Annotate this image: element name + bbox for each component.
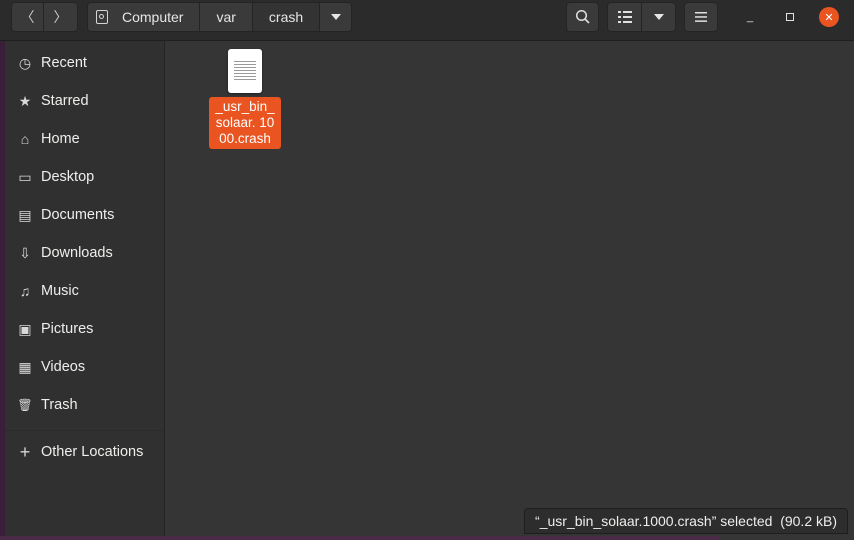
- sidebar-item-starred[interactable]: ★ Starred: [5, 83, 164, 119]
- maximize-button[interactable]: [780, 7, 800, 27]
- home-icon: ⌂: [20, 131, 30, 147]
- chevron-down-icon: [653, 14, 664, 20]
- path-crumb-crash[interactable]: crash: [252, 2, 321, 32]
- path-bar: Computer var crash: [87, 2, 353, 32]
- sidebar-item-recent[interactable]: ◷ Recent: [5, 45, 164, 81]
- path-crumb-computer[interactable]: Computer: [87, 2, 201, 32]
- sidebar-item-desktop[interactable]: ▭ Desktop: [5, 159, 164, 195]
- list-view-icon: [617, 11, 632, 23]
- desktop-background-bottom: [0, 536, 720, 540]
- sidebar-item-music[interactable]: ♫ Music: [5, 273, 164, 309]
- file-manager-window: 〈 〉 Computer var crash _ ✕ ◷ Recent ★ St…: [0, 0, 854, 540]
- sidebar-item-videos[interactable]: ▦ Videos: [5, 349, 164, 385]
- view-mode-button[interactable]: [607, 2, 642, 32]
- chevron-right-icon: 〉: [53, 9, 68, 25]
- status-text: “_usr_bin_solaar.1000.crash” selected (9…: [535, 513, 837, 529]
- sidebar-item-home[interactable]: ⌂ Home: [5, 121, 164, 157]
- path-dropdown-button[interactable]: [320, 2, 353, 32]
- file-item[interactable]: _usr_bin_ solaar. 1000.crash: [205, 49, 285, 149]
- sidebar-item-label: Videos: [41, 359, 86, 375]
- sidebar-item-label: Starred: [41, 93, 89, 109]
- minimize-icon: _: [746, 11, 754, 23]
- path-crumb-label: crash: [268, 9, 304, 25]
- music-icon: ♫: [19, 283, 31, 299]
- path-crumb-label: var: [216, 9, 236, 25]
- sidebar-item-label: Documents: [41, 207, 115, 223]
- sidebar-item-other-locations[interactable]: + Other Locations: [5, 434, 164, 470]
- maximize-icon: [786, 13, 794, 21]
- plus-icon: +: [19, 441, 31, 462]
- forward-button[interactable]: 〉: [44, 2, 78, 32]
- sidebar-item-trash[interactable]: 🗑 Trash: [5, 387, 164, 423]
- search-icon: [575, 9, 590, 24]
- text-document-icon: [228, 49, 262, 93]
- header-bar: 〈 〉 Computer var crash _ ✕: [0, 0, 854, 41]
- sidebar-item-label: Home: [41, 131, 80, 147]
- back-button[interactable]: 〈: [11, 2, 44, 32]
- file-name-label: _usr_bin_ solaar. 1000.crash: [209, 97, 281, 149]
- sidebar-item-label: Other Locations: [41, 444, 144, 460]
- picture-icon: ▣: [18, 320, 32, 337]
- sidebar-item-label: Recent: [41, 55, 87, 71]
- sidebar-item-label: Pictures: [41, 321, 94, 337]
- close-icon: ✕: [824, 11, 834, 24]
- sidebar-item-documents[interactable]: ▤ Documents: [5, 197, 164, 233]
- path-crumb-var[interactable]: var: [200, 2, 253, 32]
- sidebar-item-pictures[interactable]: ▣ Pictures: [5, 311, 164, 347]
- view-options-dropdown[interactable]: [642, 2, 676, 32]
- sidebar-item-label: Desktop: [41, 169, 95, 185]
- download-icon: ⇩: [19, 244, 31, 261]
- sidebar-item-label: Downloads: [41, 245, 113, 261]
- disk-icon: [96, 10, 108, 24]
- minimize-button[interactable]: _: [740, 7, 760, 27]
- desktop-icon: ▭: [18, 168, 32, 185]
- sidebar-separator: [5, 430, 164, 431]
- path-crumb-label: Computer: [122, 9, 184, 25]
- clock-icon: ◷: [18, 54, 32, 71]
- sidebar: ◷ Recent ★ Starred ⌂ Home ▭ Desktop ▤ Do…: [5, 41, 165, 536]
- main-menu-button[interactable]: [684, 2, 718, 32]
- trash-icon: 🗑: [17, 398, 33, 412]
- hamburger-menu-icon: [695, 12, 707, 22]
- sidebar-item-label: Trash: [41, 397, 78, 413]
- sidebar-item-downloads[interactable]: ⇩ Downloads: [5, 235, 164, 271]
- star-icon: ★: [18, 92, 32, 109]
- file-view[interactable]: _usr_bin_ solaar. 1000.crash “_usr_bin_s…: [165, 41, 854, 536]
- document-icon: ▤: [18, 206, 32, 223]
- close-button[interactable]: ✕: [819, 7, 839, 27]
- status-bar: “_usr_bin_solaar.1000.crash” selected (9…: [524, 508, 848, 534]
- video-icon: ▦: [18, 358, 32, 375]
- search-button[interactable]: [566, 2, 599, 32]
- chevron-down-icon: [330, 14, 341, 20]
- chevron-left-icon: 〈: [20, 9, 35, 25]
- sidebar-item-label: Music: [41, 283, 79, 299]
